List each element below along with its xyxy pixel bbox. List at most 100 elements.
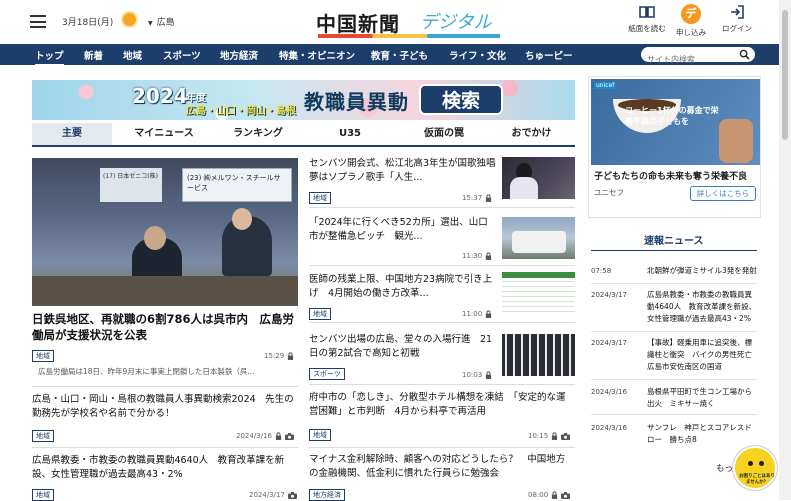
- story-left-2-title[interactable]: 広島県教委・市教委の教職員異動4640人 教育改革課を新設、女性管理職が過去最高…: [32, 454, 298, 482]
- divider: [591, 331, 757, 332]
- divider: [32, 447, 298, 448]
- search-icon[interactable]: [739, 49, 750, 60]
- flash-item-3-time: 2024/3/17: [591, 339, 627, 347]
- nav-item-features[interactable]: 特集・オピニオン: [279, 48, 355, 62]
- hero-photo-desk: [32, 276, 298, 306]
- story-mid-4-thumbnail[interactable]: [502, 334, 575, 376]
- content-tabs: 主要 マイニュース ランキング U35 仮面の罠 おでかけ: [32, 123, 575, 147]
- tab-main[interactable]: 主要: [32, 123, 112, 145]
- flash-item-5-time: 2024/3/16: [591, 424, 627, 432]
- story-mid-3-title[interactable]: 医師の残業上限、中国地方23病院で引き上げ 4月開始の働き方改革...: [309, 273, 497, 301]
- read-paper-button[interactable]: 紙面を読む: [622, 4, 672, 34]
- lock-icon: [288, 352, 294, 360]
- story-mid-2-title[interactable]: 「2024年に行くべき52カ所」選出、山口市が整備急ピッチ 観光...: [309, 216, 497, 244]
- login-label: ログイン: [722, 24, 752, 33]
- page-scrollbar[interactable]: [779, 0, 791, 500]
- scrollbar-thumb[interactable]: [782, 10, 788, 140]
- hero-photo-sign: (23) ㈱メルワン・スチールサービス: [182, 168, 292, 202]
- nav-item-sports[interactable]: スポーツ: [163, 48, 201, 62]
- lock-icon: [552, 432, 558, 440]
- flash-item-2-time: 2024/3/17: [591, 291, 627, 299]
- login-button[interactable]: ログイン: [712, 4, 762, 34]
- site-header: 3月18日(月) 広島 中国新聞 デジタル 紙面を読む デ 申し込み ログイン: [0, 0, 791, 44]
- subscribe-button[interactable]: デ 申し込み: [666, 4, 716, 38]
- nav-item-new[interactable]: 新着: [84, 48, 103, 62]
- story-mid-2-thumbnail[interactable]: [502, 217, 575, 259]
- story-mid-3-thumbnail[interactable]: [502, 272, 575, 314]
- unicef-ad-image[interactable]: unicef コーヒー1杯分の募金で栄養不良の子どもを: [591, 79, 760, 165]
- tab-ranking[interactable]: ランキング: [216, 123, 300, 145]
- divider: [309, 447, 575, 448]
- mascot-text: お困りごとはありませんか？: [739, 474, 775, 485]
- hero-photo-head-back: [144, 226, 166, 250]
- hero-photo[interactable]: (17) 日本ゼニコ(株) (23) ㈱メルワン・スチールサービス: [32, 158, 298, 306]
- camera-icon: [284, 432, 294, 440]
- help-mascot-button[interactable]: お困りごとはありませんか？: [733, 446, 777, 490]
- story-mid-1-tag[interactable]: 地域: [309, 192, 331, 204]
- flash-item-3-text[interactable]: 【事故】軽乗用車に追突後、標識柱と衝突 バイクの男性死亡 広島市安佐南区の国道: [647, 337, 759, 373]
- nav-item-life[interactable]: ライフ・文化: [449, 48, 506, 62]
- search-input[interactable]: [641, 52, 733, 67]
- tab-outing[interactable]: おでかけ: [488, 123, 575, 145]
- story-left-1-tag[interactable]: 地域: [32, 430, 54, 442]
- story-mid-5-tag[interactable]: 地域: [309, 429, 331, 441]
- flash-item-4-text[interactable]: 島根県平田町で生コン工場から出火 ミキサー焼く: [647, 386, 759, 410]
- story-mid-6-title[interactable]: マイナス金利解除時、顧客への対応どうしたら？ 中国地方の金融機関、低金利に慣れた…: [309, 453, 574, 481]
- tab-mask-trap[interactable]: 仮面の罠: [400, 123, 488, 145]
- story-mid-1-title[interactable]: センバツ開会式、松江北高3年生が国歌独唱 夢はソプラノ歌手「人生...: [309, 157, 505, 185]
- sunny-weather-icon: [123, 13, 136, 26]
- site-logo[interactable]: 中国新聞 デジタル: [316, 6, 506, 40]
- ad-overlay-text: コーヒー1杯分の募金で栄養不良の子どもを: [625, 106, 719, 126]
- thumb-vehicle: [512, 231, 566, 253]
- story-left-1-time: 2024/3/16: [236, 432, 294, 440]
- tab-my-news[interactable]: マイニュース: [112, 123, 216, 145]
- ad-source: ユニセフ: [594, 188, 624, 197]
- story-mid-4-title[interactable]: センバツ出場の広島、堂々の入場行進 21日の第2試合で高知と初戦: [309, 333, 497, 361]
- ad-title[interactable]: 子どもたちの命も未来も奪う栄養不良: [594, 169, 747, 182]
- banner-search-button[interactable]: 検索: [419, 84, 503, 115]
- story-mid-3-tag[interactable]: 地域: [309, 308, 331, 320]
- hero-headline[interactable]: 日鉄呉地区、再就職の6割786人は呉市内 広島労働局が支援状況を公表: [32, 311, 298, 343]
- story-mid-5-time: 10:15: [528, 432, 571, 440]
- divider: [309, 384, 575, 385]
- story-mid-6-time: 08:00: [528, 491, 571, 499]
- camera-icon: [287, 491, 297, 499]
- story-mid-4-time: 10:03: [462, 371, 492, 379]
- logo-main-text: 中国新聞: [316, 12, 400, 36]
- story-left-2-tag[interactable]: 地域: [32, 489, 54, 501]
- ad-details-button[interactable]: 詳しくはこちら: [690, 186, 756, 201]
- tab-u35[interactable]: U35: [300, 123, 400, 145]
- newspaper-icon: [639, 6, 655, 18]
- banner-year: 2024: [132, 84, 188, 108]
- hero-time: 15:29: [264, 352, 294, 360]
- nav-item-education[interactable]: 教育・子ども: [371, 48, 428, 62]
- story-left-1-title[interactable]: 広島・山口・岡山・島根の教職員人事異動検索2024 先生の勤務先が学校名や名前で…: [32, 393, 298, 421]
- story-mid-4-tag[interactable]: スポーツ: [309, 368, 345, 380]
- flash-item-1-text[interactable]: 北朝鮮が弾道ミサイル3発を発射: [647, 265, 759, 277]
- nav-item-top[interactable]: トップ: [35, 48, 64, 66]
- story-mid-1-thumbnail[interactable]: [502, 157, 575, 199]
- flash-news-rule: [591, 250, 757, 251]
- story-left-2-time: 2024/3/17: [249, 491, 297, 499]
- flash-more-link[interactable]: もっ: [716, 462, 733, 474]
- story-mid-5-title[interactable]: 府中市の「恋しき」、分散型ホテル構想を凍結 「安定的な運営困難」と市判断 4月か…: [309, 391, 574, 419]
- lock-icon: [486, 252, 492, 260]
- site-search: [641, 47, 755, 67]
- location-selector[interactable]: 広島: [148, 15, 175, 28]
- story-mid-6-tag[interactable]: 地方経済: [309, 489, 345, 501]
- lock-icon: [486, 371, 492, 379]
- flash-item-2-text[interactable]: 広島県教委・市教委の教職員異動4640人 教育改革課を新設、女性管理職が過去最高…: [647, 289, 759, 325]
- teacher-transfer-banner[interactable]: 2024 年度 広島・山口・岡山・島根 教職員異動 検索: [32, 80, 575, 120]
- divider: [309, 207, 575, 208]
- nav-item-region[interactable]: 地域: [123, 48, 142, 62]
- lock-icon: [486, 194, 492, 202]
- login-icon: [731, 5, 744, 19]
- hero-category-tag[interactable]: 地域: [32, 350, 54, 362]
- nav-item-economy[interactable]: 地方経済: [220, 48, 258, 62]
- story-mid-3-time: 11:00: [462, 310, 492, 318]
- nav-item-chupy[interactable]: ちゅーピー: [525, 48, 573, 62]
- current-date: 3月18日(月): [62, 18, 114, 28]
- read-paper-label: 紙面を読む: [628, 24, 666, 33]
- hamburger-menu-icon[interactable]: [30, 15, 46, 28]
- flash-item-5-text[interactable]: サンフレ 神戸とスコアレスドロー 勝ち点8: [647, 422, 759, 446]
